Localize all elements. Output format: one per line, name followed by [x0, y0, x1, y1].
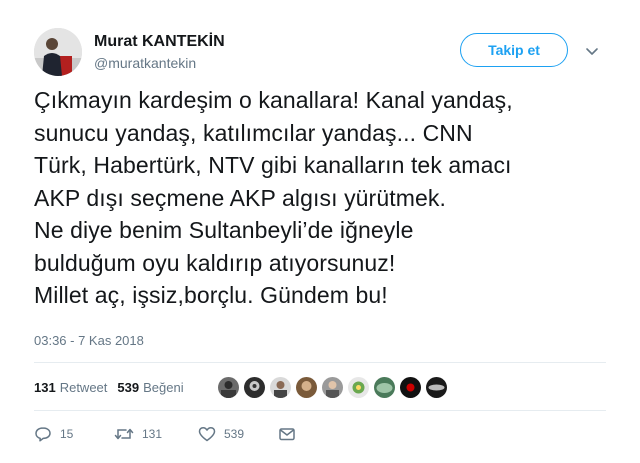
user-display-name[interactable]: Murat KANTEKİN — [94, 33, 225, 51]
retweet-action-count: 131 — [142, 427, 163, 441]
liker-avatar[interactable] — [270, 377, 291, 398]
heart-icon — [198, 426, 216, 442]
retweet-count: 131 — [34, 379, 56, 395]
like-label: Beğeni — [143, 379, 184, 395]
tweet-text-line: bulduğum oyu kaldırıp atıyorsunuz! — [34, 249, 396, 276]
follow-button[interactable]: Takip et — [460, 33, 568, 67]
divider — [34, 410, 606, 411]
liker-avatar[interactable] — [348, 377, 369, 398]
tweet-stats: 131 Retweet 539 Beğeni — [34, 376, 184, 398]
envelope-icon — [279, 428, 295, 441]
liker-avatar[interactable] — [218, 377, 239, 398]
tweet-timestamp[interactable]: 03:36 - 7 Kas 2018 — [34, 333, 144, 348]
like-button[interactable]: 539 — [198, 426, 244, 442]
retweet-button[interactable]: 131 — [114, 426, 162, 442]
reply-button[interactable]: 15 — [34, 426, 73, 442]
chevron-down-icon[interactable] — [585, 44, 599, 55]
liker-avatar[interactable] — [400, 377, 421, 398]
likers-avatars — [218, 377, 447, 398]
tweet-text-line: AKP dışı seçmene AKP algısı yürütmek. — [34, 184, 446, 211]
reply-count: 15 — [60, 427, 74, 441]
liker-avatar[interactable] — [296, 377, 317, 398]
reply-icon — [35, 427, 51, 442]
tweet-text-line: Çıkmayın kardeşim o kanallara! Kanal yan… — [34, 87, 513, 113]
like-stat[interactable]: 539 Beğeni — [117, 380, 183, 395]
like-action-count: 539 — [224, 427, 245, 441]
retweet-icon — [114, 428, 134, 440]
liker-avatar[interactable] — [244, 377, 265, 398]
liker-avatar[interactable] — [426, 377, 447, 398]
divider — [34, 362, 606, 363]
tweet-text-line: Türk, Habertürk, NTV gibi kanalların tek… — [34, 152, 512, 178]
direct-message-button[interactable] — [278, 426, 296, 442]
tweet-text-line: Millet aç, işsiz,borçlu. Gündem bu! — [34, 282, 388, 308]
like-count: 539 — [117, 379, 140, 395]
liker-avatar[interactable] — [374, 377, 395, 398]
tweet-text-line: sunucu yandaş, katılımcılar yandaş... CN… — [34, 119, 473, 146]
tweet-text: Çıkmayın kardeşim o kanallara! Kanal yan… — [34, 84, 624, 312]
retweet-label: Retweet — [59, 379, 108, 395]
user-avatar[interactable] — [34, 28, 82, 76]
tweet-text-line: Ne diye benim Sultanbeyli’de iğneyle — [34, 217, 414, 243]
user-handle[interactable]: @muratkantekin — [94, 55, 196, 71]
retweet-stat[interactable]: 131 Retweet — [34, 380, 107, 395]
liker-avatar[interactable] — [322, 377, 343, 398]
